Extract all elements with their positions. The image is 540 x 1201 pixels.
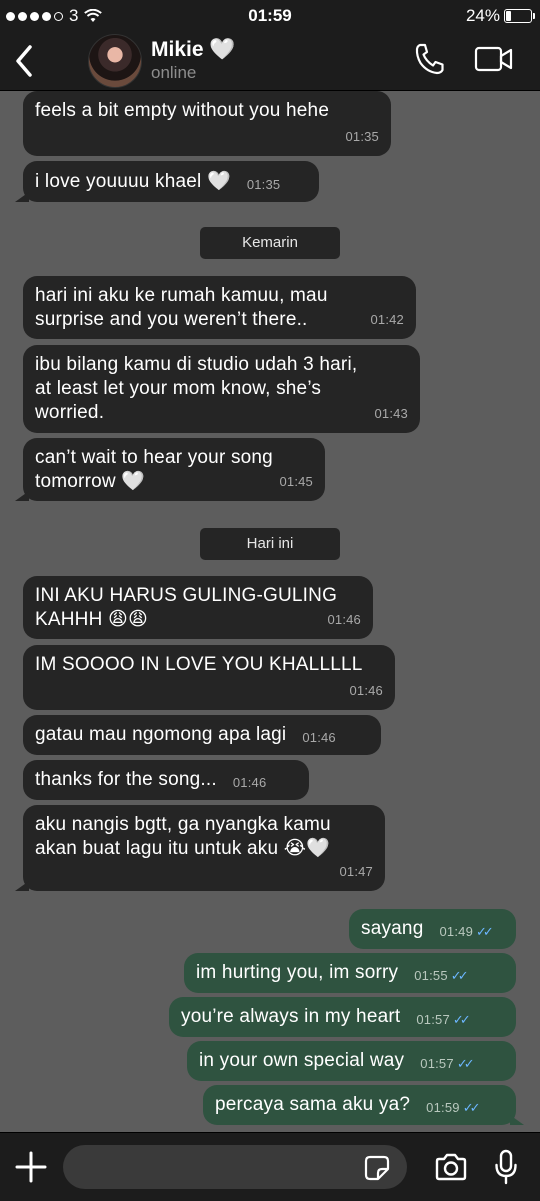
message-line: hari ini aku ke rumah kamuu, mau	[35, 285, 328, 306]
composer-bar	[0, 1132, 540, 1201]
message-line: surprise and you weren’t there..	[35, 309, 308, 330]
plus-icon[interactable]	[14, 1150, 48, 1184]
message-text: im hurting you, im sorry	[196, 962, 399, 983]
message-outgoing[interactable]: you’re always in my heart 01:57 ✓✓	[169, 997, 516, 1037]
read-ticks-icon: ✓✓	[456, 1056, 475, 1071]
status-bar: 3 01:59 24%	[0, 0, 540, 32]
message-time: 01:57 ✓✓	[416, 1012, 471, 1027]
message-line: at least let your mom know, she’s	[35, 378, 322, 399]
battery-area: 24%	[465, 6, 535, 26]
message-outgoing[interactable]: in your own special way 01:57 ✓✓	[187, 1041, 516, 1081]
message-incoming[interactable]: hari ini aku ke rumah kamuu, mau surpris…	[23, 276, 416, 339]
message-incoming[interactable]: aku nangis bgtt, ga nyangka kamu akan bu…	[15, 805, 385, 891]
chat-header: Mikie 🤍 online	[0, 32, 540, 91]
message-incoming[interactable]: IM SOOOO IN LOVE YOU KHALLLLL 01:46	[23, 645, 395, 710]
message-time: 01:46	[327, 612, 361, 627]
message-text: i love youuuu khael 🤍	[35, 170, 231, 192]
message-line: can’t wait to hear your song	[35, 447, 273, 468]
message-input[interactable]	[63, 1145, 407, 1189]
back-icon[interactable]	[14, 44, 34, 78]
message-outgoing[interactable]: sayang 01:49 ✓✓	[349, 909, 516, 949]
message-list[interactable]: feels a bit empty without you hehe 01:35…	[0, 91, 540, 1131]
sticker-icon[interactable]	[364, 1155, 390, 1181]
message-incoming[interactable]: INI AKU HARUS GULING-GULING KAHHH 😩😩 01:…	[23, 576, 373, 639]
message-time: 01:35	[345, 129, 379, 144]
message-time: 01:47	[339, 864, 373, 879]
read-ticks-icon: ✓✓	[476, 924, 494, 939]
message-time: 01:46	[349, 683, 383, 698]
phone-icon[interactable]	[414, 42, 446, 76]
message-time: 01:42	[370, 312, 404, 327]
message-outgoing[interactable]: percaya sama aku ya? 01:59 ✓✓	[203, 1085, 524, 1125]
message-incoming[interactable]: feels a bit empty without you hehe 01:35	[23, 91, 391, 156]
message-text: feels a bit empty without you hehe	[35, 100, 330, 121]
message-time: 01:46	[302, 730, 336, 745]
message-incoming[interactable]: ibu bilang kamu di studio udah 3 hari, a…	[23, 345, 420, 433]
read-ticks-icon: ✓✓	[450, 968, 469, 983]
message-line: tomorrow 🤍	[35, 471, 146, 492]
camera-icon[interactable]	[434, 1153, 468, 1181]
message-time: 01:57 ✓✓	[420, 1056, 475, 1071]
message-time: 01:45	[279, 474, 313, 489]
message-time: 01:43	[374, 406, 408, 421]
microphone-icon[interactable]	[494, 1149, 518, 1185]
message-line: INI AKU HARUS GULING-GULING	[35, 585, 338, 606]
date-separator: Kemarin	[200, 227, 340, 259]
message-time: 01:55 ✓✓	[414, 968, 469, 983]
status-time: 01:59	[248, 6, 292, 25]
message-time: 01:49 ✓✓	[439, 924, 494, 939]
message-incoming[interactable]: thanks for the song... 01:46	[23, 760, 309, 800]
message-line: ibu bilang kamu di studio udah 3 hari,	[35, 354, 358, 375]
message-time: 01:35	[246, 176, 281, 192]
date-separator: Hari ini	[200, 528, 340, 560]
message-outgoing[interactable]: im hurting you, im sorry 01:55 ✓✓	[184, 953, 516, 993]
message-line: akan buat lagu itu untuk aku 😭🤍	[35, 838, 331, 859]
message-text: IM SOOOO IN LOVE YOU KHALLLLL	[35, 654, 363, 675]
contact-name[interactable]: Mikie 🤍	[151, 38, 236, 62]
message-text: sayang	[361, 918, 424, 939]
message-text: thanks for the song...	[35, 769, 217, 790]
read-ticks-icon: ✓✓	[452, 1012, 471, 1027]
message-incoming[interactable]: gatau mau ngomong apa lagi 01:46	[23, 715, 381, 755]
message-incoming[interactable]: i love youuuu khael 🤍 01:35	[15, 161, 319, 202]
read-ticks-icon: ✓✓	[462, 1100, 481, 1115]
battery-icon	[504, 9, 535, 23]
message-text: percaya sama aku ya?	[215, 1094, 411, 1115]
video-call-icon[interactable]	[474, 46, 514, 72]
message-text: in your own special way	[199, 1050, 405, 1071]
message-incoming[interactable]: can’t wait to hear your song tomorrow 🤍 …	[15, 438, 325, 501]
message-text: you’re always in my heart	[181, 1006, 401, 1027]
message-line: KAHHH 😩😩	[35, 609, 149, 630]
message-line: aku nangis bgtt, ga nyangka kamu	[35, 814, 331, 835]
message-line: worried.	[35, 402, 105, 423]
message-time: 01:59 ✓✓	[426, 1100, 481, 1115]
avatar[interactable]	[88, 34, 142, 88]
battery-percent: 24%	[465, 6, 500, 25]
message-time: 01:46	[232, 775, 267, 790]
message-text: gatau mau ngomong apa lagi	[35, 724, 287, 745]
contact-status: online	[151, 63, 197, 82]
